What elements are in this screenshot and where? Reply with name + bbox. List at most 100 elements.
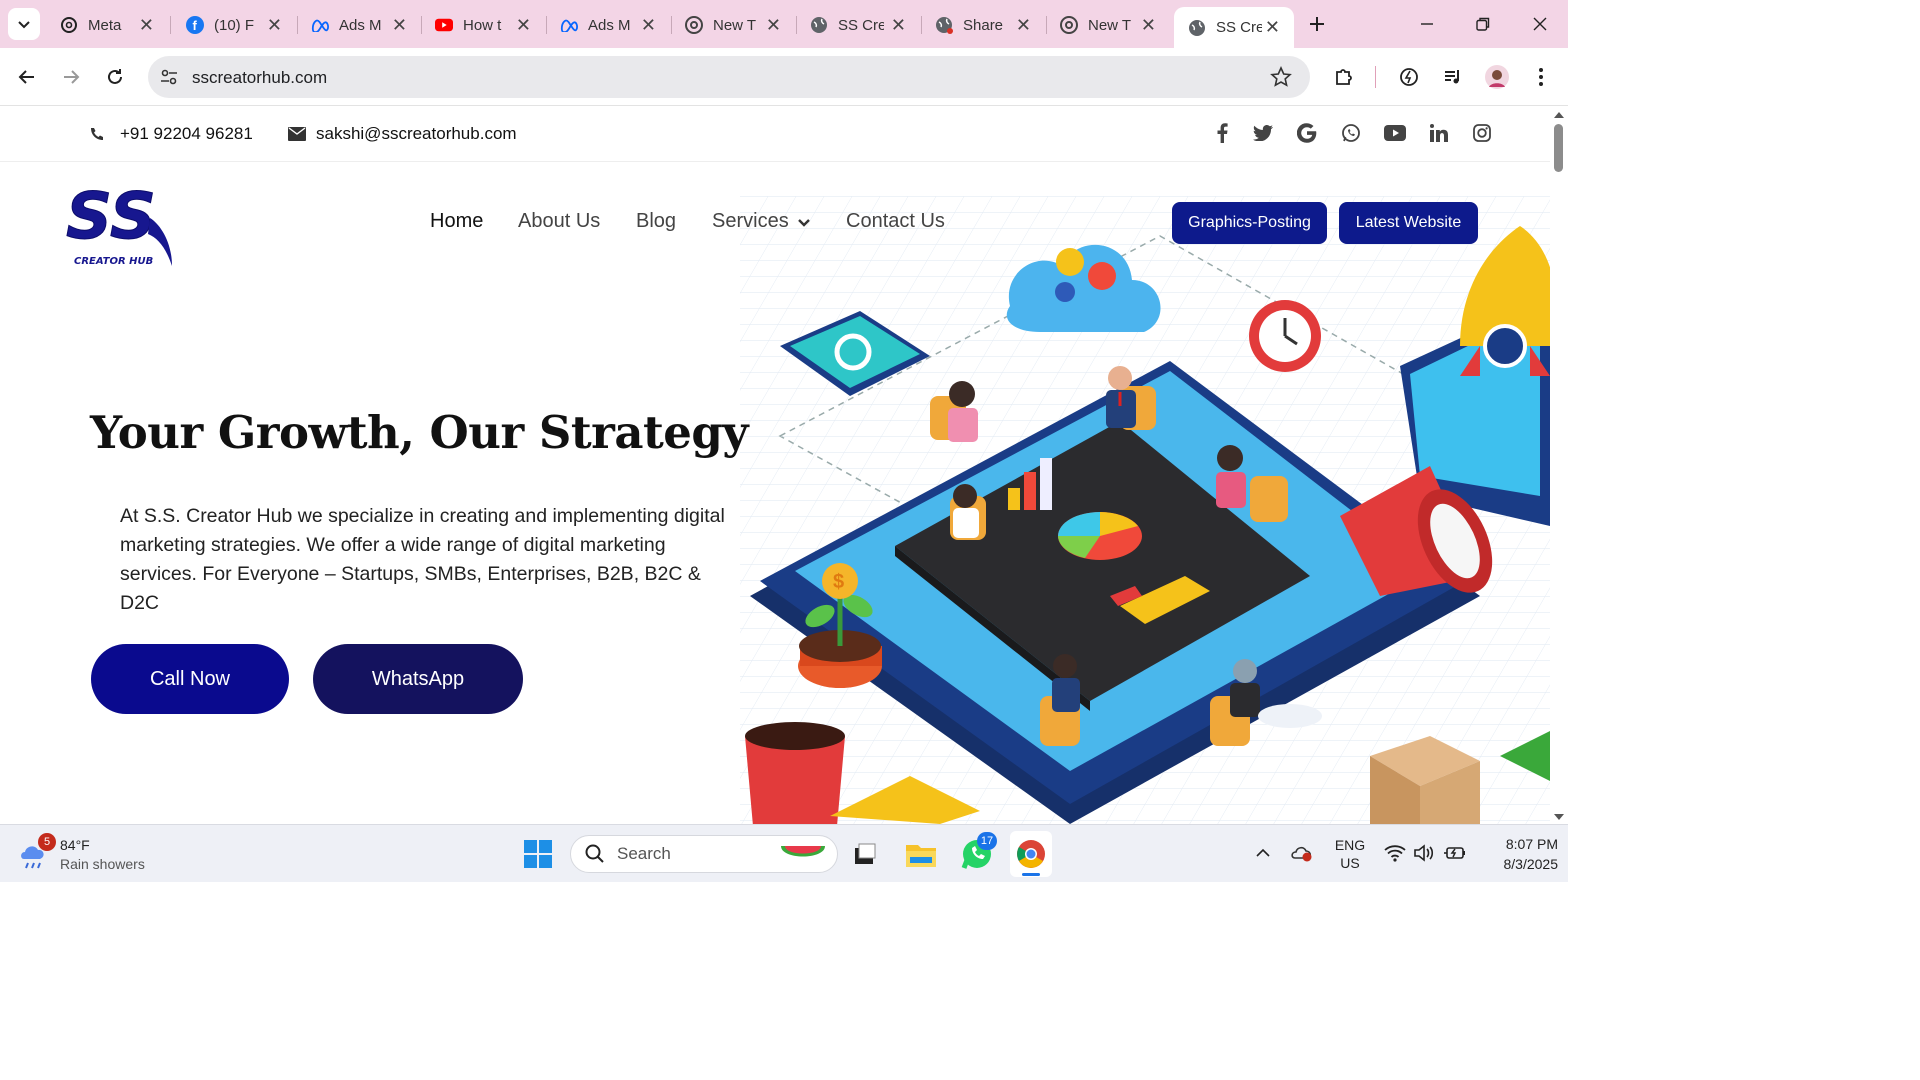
weather-widget[interactable]: 5 84°F Rain showers bbox=[18, 833, 158, 875]
start-button[interactable] bbox=[522, 838, 554, 870]
tab-new-tab[interactable]: New T ✕ bbox=[671, 9, 795, 41]
back-button[interactable] bbox=[14, 64, 40, 90]
forward-button[interactable] bbox=[58, 64, 84, 90]
youtube-icon[interactable] bbox=[1384, 122, 1406, 144]
nav-services[interactable]: Services bbox=[712, 210, 811, 233]
windows-icon bbox=[524, 840, 552, 868]
chrome-icon bbox=[1017, 840, 1045, 868]
close-tab-icon[interactable]: ✕ bbox=[267, 15, 282, 36]
email-address: sakshi@sscreatorhub.com bbox=[316, 124, 517, 143]
logo-mark: SS bbox=[66, 180, 156, 254]
facebook-icon[interactable] bbox=[1211, 122, 1233, 144]
more-vertical-icon bbox=[1539, 68, 1543, 86]
folder-icon bbox=[906, 845, 936, 867]
logo-subtitle: CREATOR HUB bbox=[74, 256, 153, 267]
tab-title: New T bbox=[713, 16, 757, 34]
contact-bar: +91 92204 96281 sakshi@sscreatorhub.com bbox=[0, 106, 1550, 162]
tab-title: New T bbox=[1088, 16, 1132, 34]
facebook-icon: f bbox=[186, 16, 204, 34]
graphics-posting-button[interactable]: Graphics-Posting bbox=[1172, 202, 1327, 244]
svg-text:f: f bbox=[193, 18, 198, 33]
task-view-button[interactable] bbox=[850, 838, 880, 870]
clock-date: 8/3/2025 bbox=[1503, 856, 1559, 872]
chrome-icon bbox=[1060, 16, 1078, 34]
tab-share[interactable]: Share ✕ bbox=[921, 9, 1045, 41]
latest-website-button[interactable]: Latest Website bbox=[1339, 202, 1478, 244]
tab-title: Ads M bbox=[339, 16, 382, 34]
show-hidden-icons-button[interactable] bbox=[1253, 843, 1273, 863]
tab-title: SS Cre bbox=[838, 16, 884, 34]
phone-contact[interactable]: +91 92204 96281 bbox=[88, 124, 253, 144]
nav-home[interactable]: Home bbox=[430, 210, 483, 233]
chrome-app-button[interactable] bbox=[1010, 831, 1052, 877]
browser-toolbar: sscreatorhub.com bbox=[0, 48, 1568, 106]
hero-illustration: $ bbox=[740, 196, 1550, 824]
envelope-icon bbox=[288, 127, 306, 141]
tab-meta[interactable]: Meta ✕ bbox=[46, 9, 168, 41]
chrome-menu-button[interactable] bbox=[1528, 64, 1554, 90]
close-tab-icon[interactable]: ✕ bbox=[891, 15, 906, 36]
tab-ads-manager[interactable]: Ads M ✕ bbox=[297, 9, 421, 41]
page-scrollbar[interactable] bbox=[1550, 106, 1568, 824]
close-tab-icon[interactable]: ✕ bbox=[139, 15, 154, 36]
tab-ads-manager-2[interactable]: Ads M ✕ bbox=[546, 9, 670, 41]
close-tab-icon[interactable]: ✕ bbox=[1141, 15, 1156, 36]
nav-blog[interactable]: Blog bbox=[636, 210, 676, 233]
minimize-button[interactable] bbox=[1415, 12, 1439, 36]
tab-search-button[interactable] bbox=[8, 8, 40, 40]
search-placeholder: Search bbox=[617, 844, 671, 863]
restore-button[interactable] bbox=[1471, 12, 1495, 36]
battery-icon[interactable] bbox=[1442, 841, 1468, 865]
tab-ss-creator[interactable]: SS Cre ✕ bbox=[796, 9, 920, 41]
tab-new-tab-2[interactable]: New T ✕ bbox=[1046, 9, 1170, 41]
clock[interactable]: 8:07 PM 8/3/2025 bbox=[1478, 833, 1559, 875]
tab-title: (10) F bbox=[214, 16, 255, 34]
close-window-button[interactable] bbox=[1528, 12, 1552, 36]
whatsapp-button[interactable]: WhatsApp bbox=[313, 644, 523, 714]
profile-avatar[interactable] bbox=[1484, 64, 1510, 90]
linkedin-icon[interactable] bbox=[1428, 122, 1450, 144]
twitter-icon[interactable] bbox=[1252, 122, 1274, 144]
instagram-icon[interactable] bbox=[1471, 122, 1493, 144]
reload-icon bbox=[108, 69, 122, 84]
new-tab-button[interactable] bbox=[1305, 12, 1329, 36]
google-icon[interactable] bbox=[1296, 122, 1318, 144]
forward-arrow-icon bbox=[64, 70, 80, 84]
meta-icon bbox=[311, 16, 329, 34]
site-logo[interactable]: SS CREATOR HUB bbox=[64, 178, 178, 270]
email-contact[interactable]: sakshi@sscreatorhub.com bbox=[288, 124, 517, 144]
bookmark-star-icon[interactable] bbox=[1270, 66, 1292, 93]
close-tab-icon[interactable]: ✕ bbox=[766, 15, 781, 36]
close-tab-icon[interactable]: ✕ bbox=[516, 15, 531, 36]
file-explorer-button[interactable] bbox=[905, 838, 937, 870]
close-tab-icon[interactable]: ✕ bbox=[1265, 17, 1280, 38]
whatsapp-badge: 17 bbox=[977, 832, 997, 850]
close-tab-icon[interactable]: ✕ bbox=[641, 15, 656, 36]
volume-icon[interactable] bbox=[1412, 841, 1436, 865]
media-control-button[interactable] bbox=[1440, 64, 1466, 90]
tab-ss-creator-active[interactable]: SS Cre ✕ bbox=[1174, 7, 1294, 48]
address-bar[interactable]: sscreatorhub.com bbox=[148, 56, 1310, 98]
tab-youtube[interactable]: How t ✕ bbox=[421, 9, 545, 41]
search-icon bbox=[585, 844, 604, 863]
performance-button[interactable] bbox=[1396, 64, 1422, 90]
chevron-up-icon bbox=[1256, 848, 1270, 857]
onedrive-status-icon[interactable] bbox=[1290, 841, 1314, 865]
tab-facebook[interactable]: f (10) F ✕ bbox=[172, 9, 296, 41]
close-tab-icon[interactable]: ✕ bbox=[1016, 15, 1031, 36]
whatsapp-app-button[interactable]: 17 bbox=[959, 832, 997, 872]
language-indicator[interactable]: ENG US bbox=[1330, 835, 1370, 873]
whatsapp-icon[interactable] bbox=[1340, 122, 1362, 144]
close-tab-icon[interactable]: ✕ bbox=[392, 15, 407, 36]
taskbar-search[interactable]: Search bbox=[570, 835, 838, 873]
plus-icon bbox=[1310, 17, 1324, 31]
back-arrow-icon bbox=[18, 70, 34, 84]
nav-contact-us[interactable]: Contact Us bbox=[846, 210, 945, 233]
nav-about-us[interactable]: About Us bbox=[518, 210, 600, 233]
wifi-icon[interactable] bbox=[1382, 841, 1408, 865]
reload-button[interactable] bbox=[102, 64, 128, 90]
phone-icon bbox=[91, 128, 103, 140]
extensions-button[interactable] bbox=[1331, 64, 1357, 90]
site-info-icon[interactable] bbox=[160, 68, 178, 91]
call-now-button[interactable]: Call Now bbox=[91, 644, 289, 714]
